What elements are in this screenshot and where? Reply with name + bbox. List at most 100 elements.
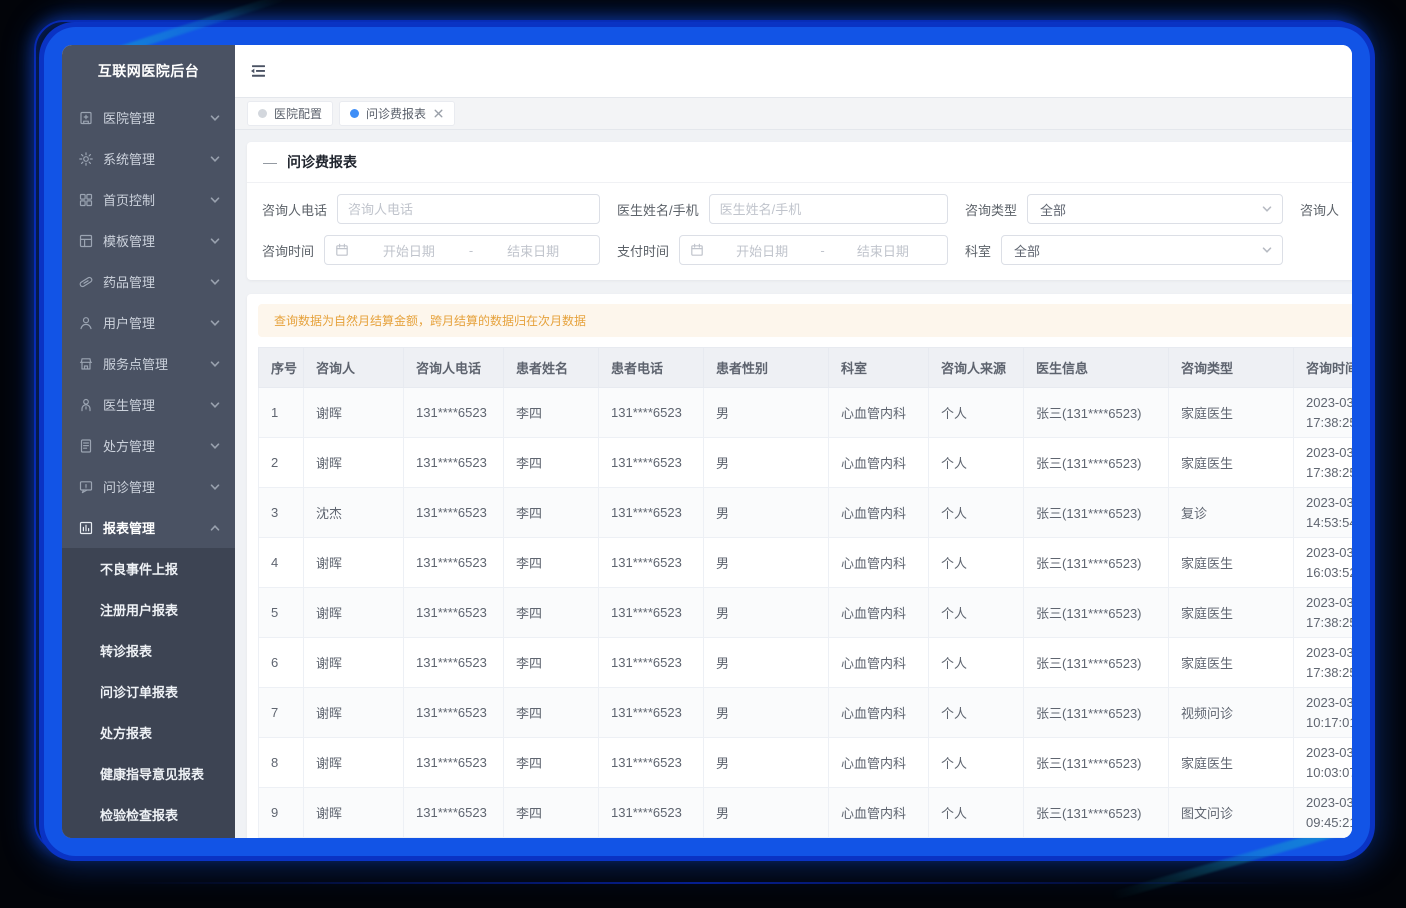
cell-consult-type: 复诊 bbox=[1169, 488, 1294, 538]
sidebar-submenu-label: 转诊报表 bbox=[100, 641, 152, 660]
filter-department: 科室 全部 bbox=[965, 235, 1300, 265]
table-row: 10 谢晖 131****6523 李四 131****6523 男 心血管内科… bbox=[259, 838, 1353, 839]
sidebar-submenu-item[interactable]: 检验检查报表 bbox=[62, 794, 235, 835]
sidebar-menu-item[interactable]: 医生管理 bbox=[62, 384, 235, 425]
start-date-placeholder: 开始日期 bbox=[708, 241, 816, 260]
consult-phone-input[interactable] bbox=[337, 194, 600, 224]
cell-no: 3 bbox=[259, 488, 304, 538]
doctor-name-label: 医生姓名/手机 bbox=[617, 200, 699, 219]
screenshot-stage: 互联网医院后台 医院管理 系统管理 bbox=[0, 0, 1406, 908]
cell-consult-type: 视频问诊 bbox=[1169, 688, 1294, 738]
cell-consult-time: 2023-03-0 14:53:54 bbox=[1294, 488, 1353, 538]
sidebar-menu-item[interactable]: 模板管理 bbox=[62, 220, 235, 261]
cell-patient-phone: 131****6523 bbox=[599, 538, 704, 588]
sidebar-submenu-item[interactable]: 不良事件上报 bbox=[62, 548, 235, 589]
sidebar-submenu-item[interactable]: 注册用户报表 bbox=[62, 589, 235, 630]
template-icon bbox=[78, 233, 94, 249]
consult-date: 2023-03-0 bbox=[1306, 693, 1352, 713]
table-header-cell: 咨询时间 bbox=[1294, 348, 1353, 388]
cell-department: 心血管内科 bbox=[829, 738, 929, 788]
chevron-down-icon bbox=[209, 112, 221, 124]
cell-source: 个人 bbox=[929, 688, 1024, 738]
sidebar-submenu-item[interactable]: 处方报表 bbox=[62, 712, 235, 753]
cell-consultant-phone: 131****6523 bbox=[404, 538, 504, 588]
sidebar-menu-item[interactable]: 首页控制 bbox=[62, 179, 235, 220]
consult-date: 2023-03-0 bbox=[1306, 543, 1352, 563]
sidebar-menu-item[interactable]: 医院管理 bbox=[62, 97, 235, 138]
cell-patient-name: 李四 bbox=[504, 738, 599, 788]
consult-date: 2023-03-0 bbox=[1306, 393, 1352, 413]
tab-close-icon[interactable] bbox=[433, 108, 444, 119]
filter-pay-time: 支付时间 开始日期 - 结束日期 bbox=[617, 235, 965, 265]
sidebar-menu-item[interactable]: 报表管理 bbox=[62, 507, 235, 548]
table-row: 5 谢晖 131****6523 李四 131****6523 男 心血管内科 … bbox=[259, 588, 1353, 638]
main-area: 医院配置 问诊费报表 — bbox=[235, 45, 1352, 838]
sidebar-submenu-item[interactable]: 转诊报表 bbox=[62, 630, 235, 671]
table-row: 7 谢晖 131****6523 李四 131****6523 男 心血管内科 … bbox=[259, 688, 1353, 738]
pay-time-range-picker[interactable]: 开始日期 - 结束日期 bbox=[679, 235, 948, 265]
pill-icon bbox=[78, 274, 94, 290]
sidebar-item-label: 处方管理 bbox=[103, 436, 209, 455]
report-icon bbox=[78, 520, 94, 536]
cell-gender: 男 bbox=[704, 788, 829, 838]
cell-department: 心血管内科 bbox=[829, 388, 929, 438]
cell-department: 心血管内科 bbox=[829, 838, 929, 839]
consult-clock: 14:53:54 bbox=[1306, 513, 1352, 533]
page-tab[interactable]: 医院配置 bbox=[247, 101, 333, 126]
report-table-card: 查询数据为自然月结算金额，跨月结算的数据归在次月数据 bbox=[247, 294, 1352, 838]
sidebar-item-label: 模板管理 bbox=[103, 231, 209, 250]
sidebar-item-label: 用户管理 bbox=[103, 313, 209, 332]
cell-patient-phone: 131****6523 bbox=[599, 488, 704, 538]
cell-consult-type: 家庭医生 bbox=[1169, 638, 1294, 688]
sidebar-submenu-item[interactable]: 问诊订单报表 bbox=[62, 671, 235, 712]
app-title: 互联网医院后台 bbox=[62, 45, 235, 97]
cell-consultant: 谢晖 bbox=[304, 738, 404, 788]
table-header-cell: 序号 bbox=[259, 348, 304, 388]
doctor-name-input[interactable] bbox=[709, 194, 948, 224]
tab-label: 医院配置 bbox=[274, 105, 322, 122]
chevron-down-icon bbox=[209, 153, 221, 165]
table-header-cell: 咨询人电话 bbox=[404, 348, 504, 388]
home-control-icon bbox=[78, 192, 94, 208]
cell-patient-name: 李四 bbox=[504, 838, 599, 839]
page-tab[interactable]: 问诊费报表 bbox=[339, 101, 455, 126]
cell-patient-name: 李四 bbox=[504, 788, 599, 838]
department-select[interactable]: 全部 bbox=[1001, 235, 1283, 265]
cell-source: 个人 bbox=[929, 738, 1024, 788]
filter-consult-type: 咨询类型 全部 bbox=[965, 194, 1300, 224]
consult-phone-label: 咨询人电话 bbox=[262, 200, 327, 219]
consult-type-value: 全部 bbox=[1040, 200, 1066, 219]
consult-date: 2023-03-0 bbox=[1306, 643, 1352, 663]
sidebar-menu-item[interactable]: 问诊管理 bbox=[62, 466, 235, 507]
sidebar-menu-item[interactable]: 处方管理 bbox=[62, 425, 235, 466]
page-content: — 问诊费报表 咨询人电话 医生姓名/手机 bbox=[235, 130, 1352, 838]
sidebar-menu-item[interactable]: 系统管理 bbox=[62, 138, 235, 179]
calendar-icon bbox=[335, 243, 349, 257]
cell-department: 心血管内科 bbox=[829, 488, 929, 538]
cell-no: 1 bbox=[259, 388, 304, 438]
page-title-row: — 问诊费报表 bbox=[247, 142, 1352, 183]
cell-consultant-phone: 131****6523 bbox=[404, 838, 504, 839]
cell-no: 5 bbox=[259, 588, 304, 638]
cell-department: 心血管内科 bbox=[829, 688, 929, 738]
consult-type-select[interactable]: 全部 bbox=[1027, 194, 1283, 224]
department-value: 全部 bbox=[1014, 241, 1040, 260]
consult-clock: 17:38:25 bbox=[1306, 413, 1352, 433]
sidebar-submenu-item[interactable]: 健康指导意见报表 bbox=[62, 753, 235, 794]
sidebar-fold-icon[interactable] bbox=[248, 61, 268, 81]
cell-source: 个人 bbox=[929, 438, 1024, 488]
cell-source: 个人 bbox=[929, 538, 1024, 588]
cell-consultant-phone: 131****6523 bbox=[404, 688, 504, 738]
cell-doctor: 张三(131****6523) bbox=[1024, 838, 1169, 839]
filter-doctor: 医生姓名/手机 bbox=[617, 194, 965, 224]
cell-department: 心血管内科 bbox=[829, 538, 929, 588]
chevron-down-icon bbox=[209, 440, 221, 452]
table-row: 1 谢晖 131****6523 李四 131****6523 男 心血管内科 … bbox=[259, 388, 1353, 438]
cell-gender: 男 bbox=[704, 488, 829, 538]
table-header-cell: 咨询类型 bbox=[1169, 348, 1294, 388]
sidebar-menu-item[interactable]: 用户管理 bbox=[62, 302, 235, 343]
sidebar-menu-item[interactable]: 服务点管理 bbox=[62, 343, 235, 384]
consult-time-range-picker[interactable]: 开始日期 - 结束日期 bbox=[324, 235, 600, 265]
chevron-down-icon bbox=[209, 194, 221, 206]
sidebar-menu-item[interactable]: 药品管理 bbox=[62, 261, 235, 302]
